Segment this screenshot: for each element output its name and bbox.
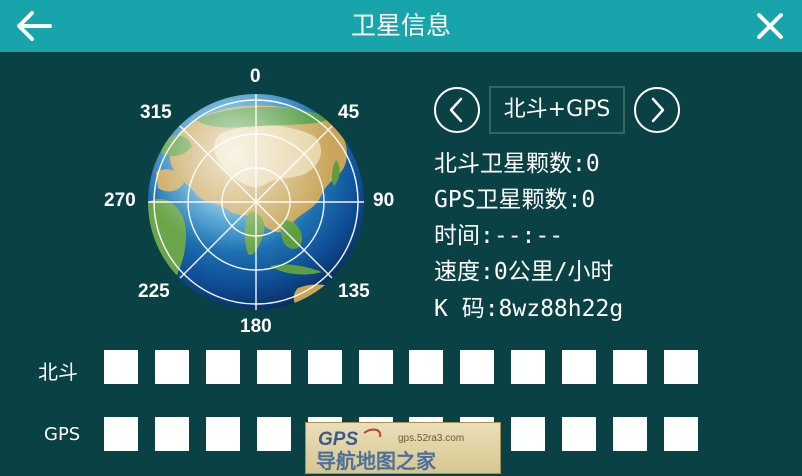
gps-signal-box — [562, 417, 596, 451]
bearing-135-label: 135 — [338, 281, 370, 302]
chevron-right-icon — [651, 97, 665, 123]
bearing-315-label: 315 — [140, 102, 172, 123]
bearing-225-label: 225 — [138, 281, 170, 302]
svg-text:gps.52ra3.com: gps.52ra3.com — [398, 433, 464, 444]
beidou-signal-box — [206, 350, 240, 384]
beidou-signal-box — [562, 350, 596, 384]
gps-signal-box — [613, 417, 647, 451]
title-bar: 卫星信息 — [0, 0, 802, 52]
beidou-signal-box — [308, 350, 342, 384]
mode-label: 北斗+GPS — [489, 86, 625, 134]
beidou-signal-box — [511, 350, 545, 384]
gps-signal-box — [511, 417, 545, 451]
svg-text:导航地图之家: 导航地图之家 — [316, 449, 437, 473]
close-icon — [757, 13, 783, 39]
watermark-logo: GPS gps.52ra3.com 导航地图之家 — [305, 422, 501, 474]
bearing-45-label: 45 — [338, 102, 360, 123]
chevron-left-icon — [449, 97, 463, 123]
speed-value: 速度:0公里/小时 — [434, 259, 614, 285]
bearing-270-label: 270 — [104, 190, 136, 211]
beidou-row-label: 北斗 — [38, 360, 78, 384]
gps-row-label: GPS — [44, 424, 81, 445]
beidou-signal-box — [104, 350, 138, 384]
beidou-signal-box — [664, 350, 698, 384]
svg-text:GPS: GPS — [318, 429, 358, 450]
beidou-signal-box — [155, 350, 189, 384]
bearing-0-label: 0 — [250, 66, 261, 87]
time-value: 时间:--:-- — [434, 223, 564, 249]
gps-signal-box — [155, 417, 189, 451]
beidou-signal-box — [359, 350, 393, 384]
beidou-signal-box — [409, 350, 443, 384]
next-mode-button[interactable] — [634, 87, 680, 133]
bearing-180-label: 180 — [240, 316, 272, 337]
prev-mode-button[interactable] — [434, 87, 480, 133]
gps-signal-box — [206, 417, 240, 451]
beidou-signal-box — [257, 350, 291, 384]
gps-satellite-count: GPS卫星颗数:0 — [434, 187, 596, 213]
bearing-90-label: 90 — [373, 190, 395, 211]
gps-signal-box — [104, 417, 138, 451]
sky-plot: 0 45 90 135 180 225 270 315 — [100, 62, 410, 342]
gps-signal-box — [664, 417, 698, 451]
close-button[interactable] — [752, 8, 788, 44]
page-title: 卫星信息 — [350, 11, 451, 40]
beidou-signal-box — [613, 350, 647, 384]
k-code-value: K 码:8wz88h22g — [434, 296, 624, 322]
gps-signal-box — [257, 417, 291, 451]
beidou-satellite-count: 北斗卫星颗数:0 — [434, 151, 600, 177]
beidou-signal-box — [460, 350, 494, 384]
